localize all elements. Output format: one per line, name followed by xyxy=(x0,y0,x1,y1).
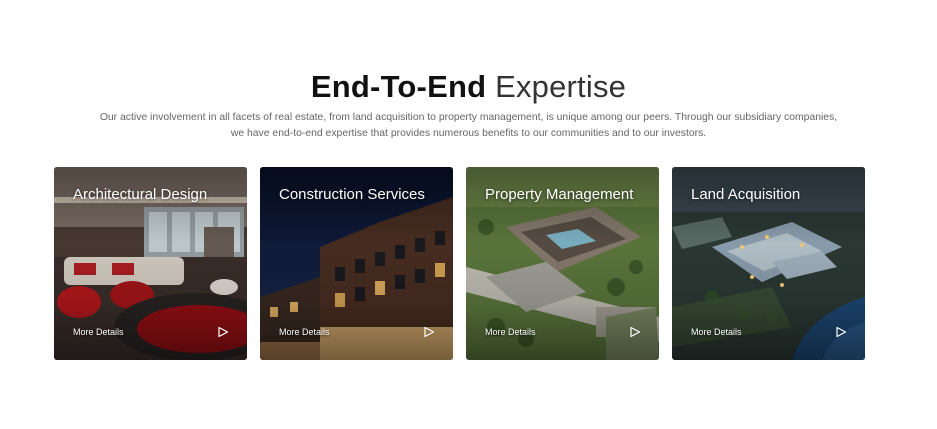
card-construction-services[interactable]: Construction Services More Details xyxy=(260,167,453,360)
more-details-link[interactable]: More Details xyxy=(485,327,536,338)
play-outline-icon[interactable] xyxy=(217,326,229,338)
card-architectural-design[interactable]: Architectural Design More Details xyxy=(54,167,247,360)
expertise-section: End-To-End Expertise Our active involvem… xyxy=(0,0,937,429)
more-details-link[interactable]: More Details xyxy=(73,327,124,338)
play-outline-icon[interactable] xyxy=(423,326,435,338)
play-outline-icon[interactable] xyxy=(629,326,641,338)
card-land-acquisition[interactable]: Land Acquisition More Details xyxy=(672,167,865,360)
description-line-2: we have end-to-end expertise that provid… xyxy=(230,128,707,139)
card-title: Land Acquisition xyxy=(691,186,801,203)
card-title: Construction Services xyxy=(279,186,425,203)
card-title: Architectural Design xyxy=(73,186,208,203)
description-line-1: Our active involvement in all facets of … xyxy=(99,112,838,123)
heading-bold: End-To-End xyxy=(310,69,487,104)
more-details-link[interactable]: More Details xyxy=(279,327,330,338)
more-details-link[interactable]: More Details xyxy=(691,327,742,338)
expertise-cards: Architectural Design More Details Constr… xyxy=(54,167,866,360)
card-title: Property Management xyxy=(485,186,634,203)
section-description: Our active involvement in all facets of … xyxy=(90,110,847,142)
section-heading: End-To-End Expertise xyxy=(0,68,937,106)
play-outline-icon[interactable] xyxy=(835,326,847,338)
card-property-management[interactable]: Property Management More Details xyxy=(466,167,659,360)
heading-light: Expertise xyxy=(495,69,627,104)
